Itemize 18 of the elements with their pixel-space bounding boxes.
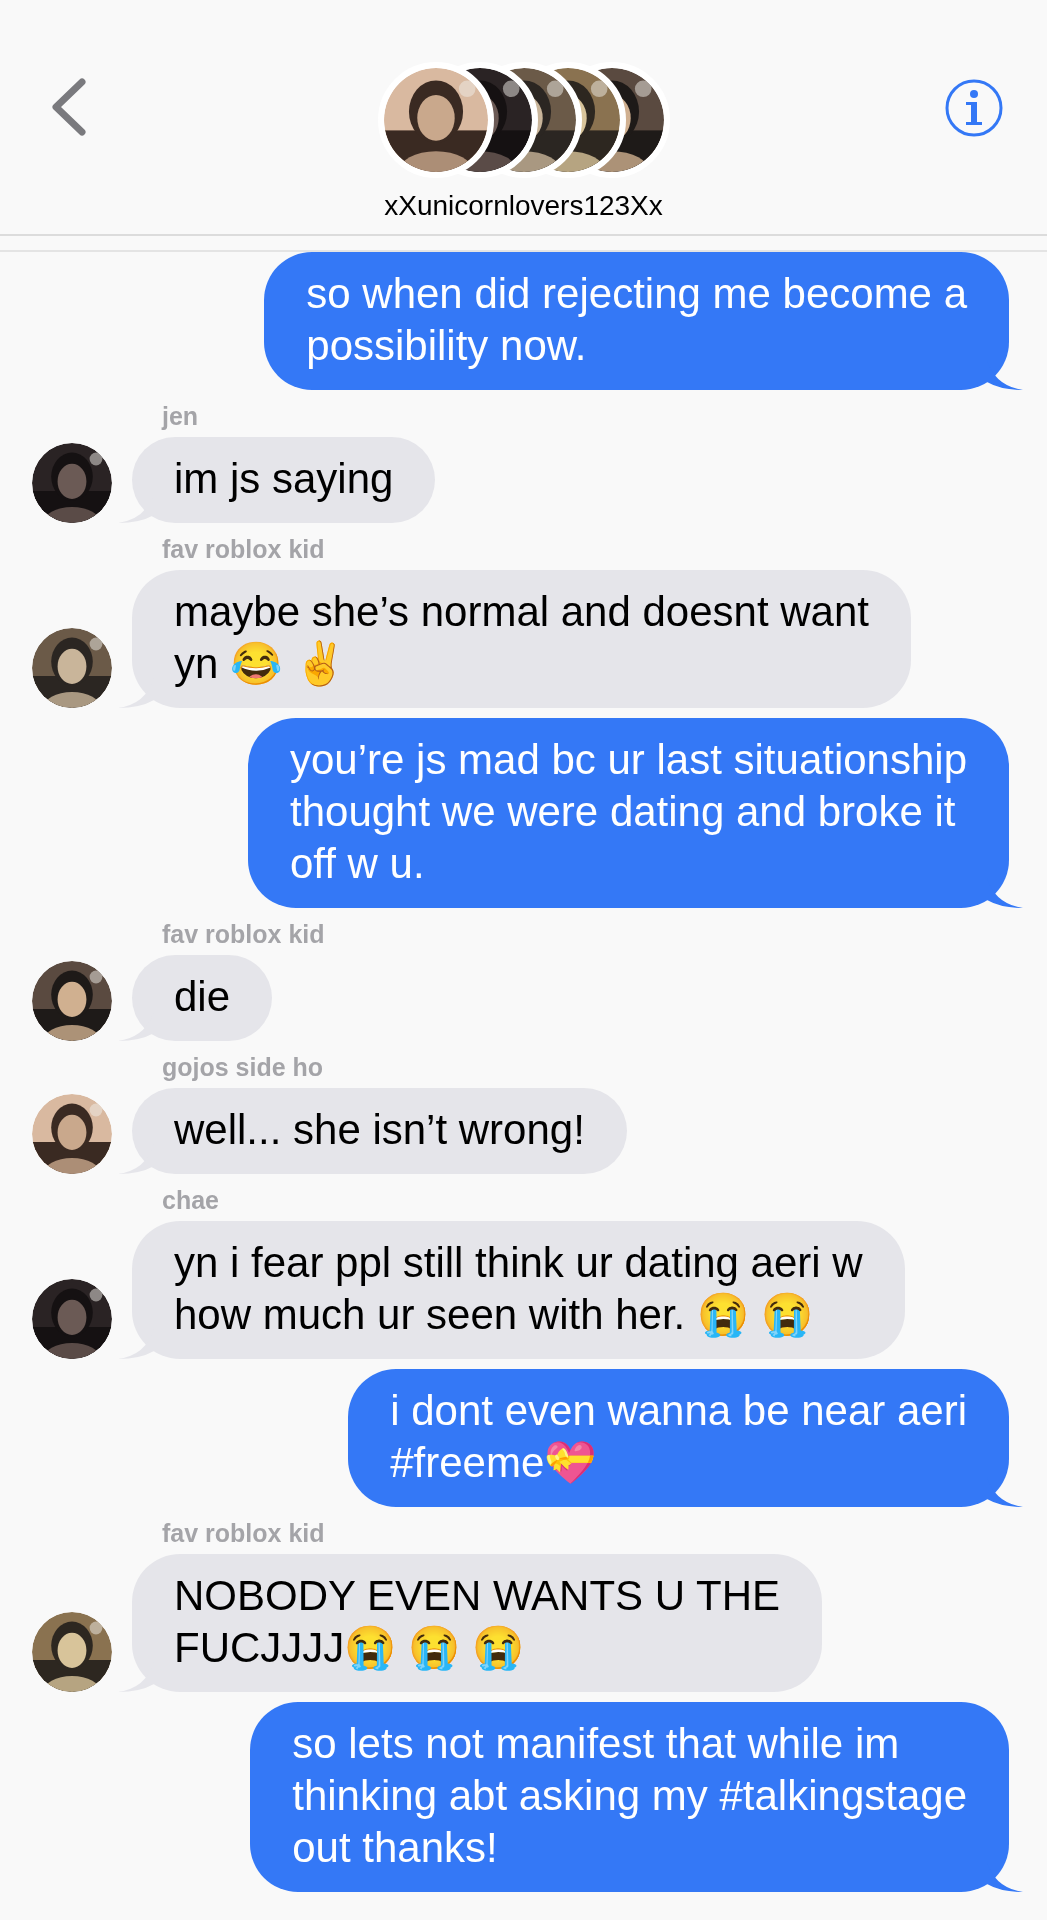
received-message: die [118, 955, 273, 1041]
info-icon[interactable] [944, 78, 1004, 138]
received-message: yn i fear ppl still think ur dating aeri w how much ur seen with her. 😭 😭 [118, 1221, 905, 1359]
received-message: NOBODY EVEN WANTS U THE FUCJJJJ😭 😭 😭 [118, 1554, 822, 1692]
sender-name: fav roblox kid [162, 1519, 325, 1548]
received-message: well... she isn’t wrong! [118, 1088, 627, 1174]
sender-name: jen [162, 402, 199, 431]
sent-message: so lets not manifest that while im thinking abt asking my #talkingstage out thanks! [250, 1702, 1023, 1892]
group-name: xXunicornlovers123Xx [384, 190, 663, 222]
sender-name: gojos side ho [162, 1053, 324, 1082]
sender-name: fav roblox kid [162, 920, 325, 949]
received-message: im js saying [118, 437, 436, 523]
sender-name: chae [162, 1186, 219, 1215]
sent-message: you’re js mad bc ur last situationship thought we were dating and broke it off w u. [248, 718, 1023, 908]
sender-name: fav roblox kid [162, 535, 325, 564]
sent-message: i dont even wanna be near aeri #freeme💝 [348, 1369, 1023, 1507]
sent-message: so when did rejecting me become a possibility now. [264, 252, 1023, 390]
received-message: maybe she’s normal and doesnt want yn 😂 ✌ [118, 570, 911, 708]
